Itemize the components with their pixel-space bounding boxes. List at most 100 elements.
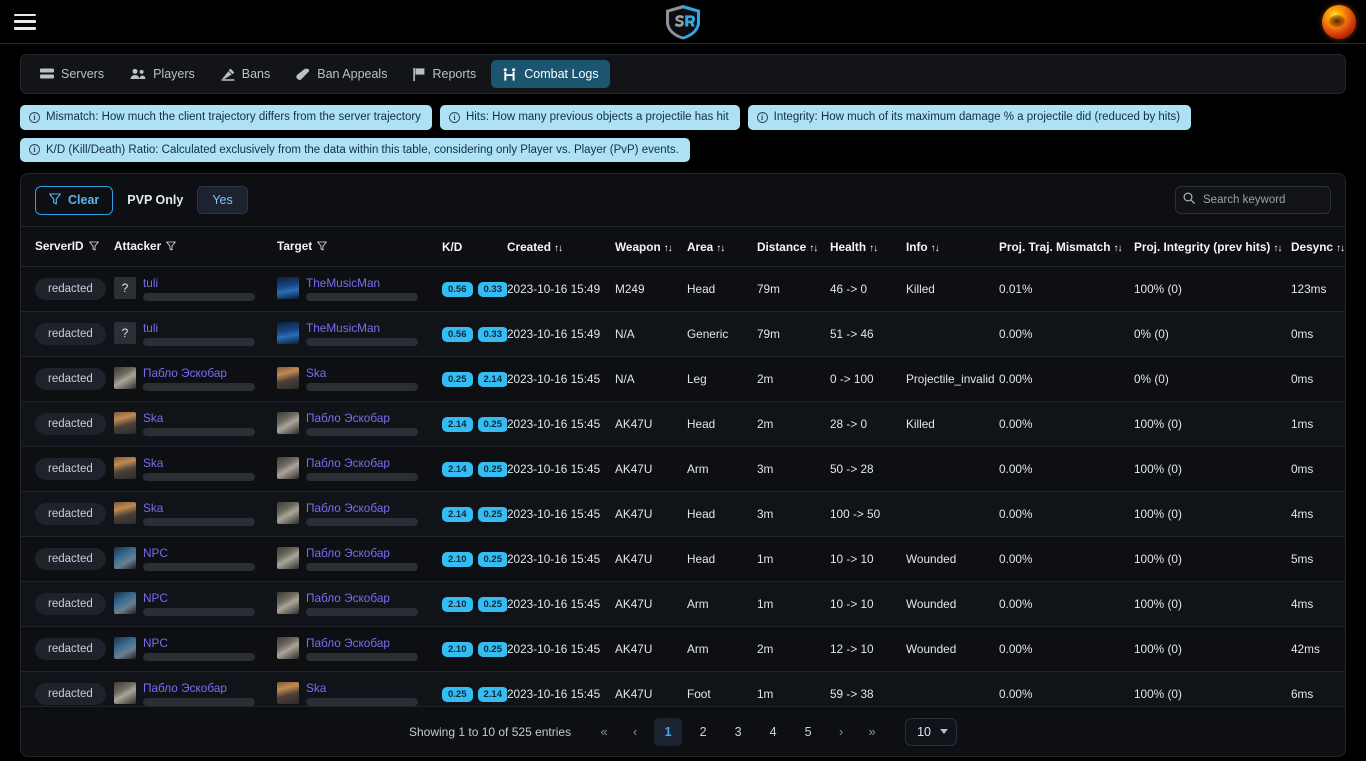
- sort-icon[interactable]: ↑↓: [554, 243, 563, 254]
- sort-icon[interactable]: ↑↓: [1113, 243, 1122, 254]
- target-redacted-bar: [306, 383, 418, 392]
- target-redacted-bar: [306, 473, 418, 482]
- pagination-prev-button[interactable]: ‹: [623, 719, 647, 745]
- servers-icon: [40, 68, 54, 80]
- cell-distance: 3m: [757, 491, 830, 538]
- tab-bans[interactable]: Bans: [210, 60, 282, 88]
- sort-icon[interactable]: ↑↓: [664, 243, 673, 254]
- attacker-name[interactable]: Ska: [143, 412, 255, 424]
- attacker-name[interactable]: Пабло Эскобар: [143, 682, 255, 694]
- rows-per-page-select[interactable]: 10: [905, 717, 958, 746]
- attacker-avatar-icon: [114, 637, 136, 660]
- target-name[interactable]: TheMusicMan: [306, 322, 418, 334]
- sort-icon[interactable]: ↑↓: [931, 243, 940, 254]
- col-weapon[interactable]: Weapon ↑↓: [615, 226, 687, 268]
- cell-info: Wounded: [906, 581, 999, 628]
- col-created-label: Created: [507, 239, 551, 254]
- target-name[interactable]: Ska: [306, 682, 418, 694]
- table-row[interactable]: redacted NPC Пабло Эскобар 2.10 0.25 2023-10-…: [21, 536, 1345, 583]
- sort-icon[interactable]: ↑↓: [1273, 243, 1282, 254]
- cell-attacker: Пабло Эскобар: [114, 356, 277, 403]
- attacker-name[interactable]: Ska: [143, 457, 255, 469]
- attacker-name[interactable]: NPC: [143, 637, 255, 649]
- tab-ban-appeals[interactable]: Ban Appeals: [285, 60, 398, 88]
- sort-icon[interactable]: ↑↓: [1336, 243, 1345, 254]
- pagination-page-2[interactable]: 2: [689, 719, 717, 745]
- col-serverid[interactable]: ServerID: [21, 226, 114, 268]
- pagination-page-5[interactable]: 5: [794, 719, 822, 745]
- pagination-page-1[interactable]: 1: [654, 717, 683, 746]
- target-name[interactable]: Пабло Эскобар: [306, 637, 418, 649]
- pvp-only-toggle[interactable]: Yes: [197, 186, 248, 215]
- attacker-name[interactable]: Пабло Эскобар: [143, 367, 255, 379]
- cell-integrity: 100% (0): [1134, 536, 1291, 583]
- target-name[interactable]: Пабло Эскобар: [306, 502, 418, 514]
- col-info[interactable]: Info ↑↓: [906, 226, 999, 268]
- user-avatar[interactable]: [1322, 5, 1356, 39]
- cell-created: 2023-10-16 15:45: [507, 356, 615, 403]
- brand-logo-icon[interactable]: [655, 0, 711, 44]
- target-name[interactable]: Пабло Эскобар: [306, 412, 418, 424]
- table-row[interactable]: redacted NPC Пабло Эскобар 2.10 0.25 2023-10-…: [21, 626, 1345, 673]
- cell-attacker: ? tuli: [114, 311, 277, 358]
- attacker-redacted-bar: [143, 608, 255, 617]
- col-health[interactable]: Health ↑↓: [830, 226, 906, 268]
- filter-icon[interactable]: [317, 240, 327, 254]
- col-area[interactable]: Area ↑↓: [687, 226, 757, 268]
- sort-icon[interactable]: ↑↓: [809, 243, 818, 254]
- cell-health: 10 -> 10: [830, 581, 906, 628]
- table-row[interactable]: redacted Ska Пабло Эскобар 2.14 0.25 2023-10-…: [21, 446, 1345, 493]
- target-name[interactable]: TheMusicMan: [306, 277, 418, 289]
- sort-icon[interactable]: ↑↓: [869, 243, 878, 254]
- kd-attacker-badge: 0.56: [442, 326, 473, 343]
- table-row[interactable]: redacted? tuli TheMusicMan 0.56 0.33 2023-10-…: [21, 311, 1345, 358]
- target-name[interactable]: Пабло Эскобар: [306, 547, 418, 559]
- filter-icon[interactable]: [88, 240, 99, 254]
- pagination-page-3[interactable]: 3: [724, 719, 752, 745]
- table-row[interactable]: redacted NPC Пабло Эскобар 2.10 0.25 2023-10-…: [21, 581, 1345, 628]
- attacker-name[interactable]: NPC: [143, 547, 255, 559]
- cell-desync: 6ms: [1291, 671, 1345, 707]
- search-input[interactable]: [1175, 186, 1331, 215]
- table-scroll-area[interactable]: ServerID Attacker Target K/D Created ↑↓ W…: [21, 226, 1345, 707]
- target-name[interactable]: Ska: [306, 367, 418, 379]
- target-name[interactable]: Пабло Эскобар: [306, 592, 418, 604]
- attacker-name[interactable]: tuli: [143, 322, 255, 334]
- tab-reports[interactable]: Reports: [402, 60, 487, 88]
- col-created[interactable]: Created ↑↓: [507, 226, 615, 268]
- table-row[interactable]: redacted Ska Пабло Эскобар 2.14 0.25 2023-10-…: [21, 401, 1345, 448]
- col-mismatch[interactable]: Proj. Traj. Mismatch ↑↓: [999, 226, 1134, 268]
- hamburger-menu-icon[interactable]: [14, 12, 40, 32]
- col-desync[interactable]: Desync ↑↓: [1291, 226, 1345, 268]
- col-attacker-label: Attacker: [114, 239, 162, 254]
- cell-health: 10 -> 10: [830, 536, 906, 583]
- table-row[interactable]: redacted? tuli TheMusicMan 0.56 0.33 2023-10-…: [21, 266, 1345, 313]
- col-target[interactable]: Target: [277, 226, 442, 268]
- col-integrity[interactable]: Proj. Integrity (prev hits) ↑↓: [1134, 226, 1291, 268]
- pagination-next-button[interactable]: ›: [829, 719, 853, 745]
- pagination-first-button[interactable]: «: [592, 719, 616, 745]
- table-row[interactable]: redacted Ska Пабло Эскобар 2.14 0.25 2023-10-…: [21, 491, 1345, 538]
- attacker-name[interactable]: Ska: [143, 502, 255, 514]
- attacker-name[interactable]: NPC: [143, 592, 255, 604]
- pagination-last-button[interactable]: »: [860, 719, 884, 745]
- attacker-name[interactable]: tuli: [143, 277, 255, 289]
- col-attacker[interactable]: Attacker: [114, 226, 277, 268]
- filter-icon[interactable]: [166, 240, 176, 254]
- col-distance[interactable]: Distance ↑↓: [757, 226, 830, 268]
- col-kd[interactable]: K/D: [442, 226, 507, 268]
- tab-players[interactable]: Players: [119, 60, 206, 88]
- pagination-page-4[interactable]: 4: [759, 719, 787, 745]
- target-redacted-bar: [306, 653, 418, 662]
- tab-combat-logs[interactable]: Combat Logs: [491, 60, 610, 88]
- table-row[interactable]: redacted Пабло Эскобар Ska 0.25 2.14 2023-10-…: [21, 671, 1345, 707]
- attacker-cell: NPC: [114, 592, 271, 617]
- kd-target-badge: 0.25: [477, 641, 507, 658]
- clear-filters-button[interactable]: Clear: [35, 185, 114, 215]
- target-name[interactable]: Пабло Эскобар: [306, 457, 418, 469]
- serverid-pill: redacted: [35, 638, 106, 661]
- sort-icon[interactable]: ↑↓: [716, 243, 725, 254]
- tab-servers[interactable]: Servers: [29, 60, 115, 88]
- attacker-avatar-icon: [114, 547, 136, 570]
- table-row[interactable]: redacted Пабло Эскобар Ska 0.25 2.14 2023-10-…: [21, 356, 1345, 403]
